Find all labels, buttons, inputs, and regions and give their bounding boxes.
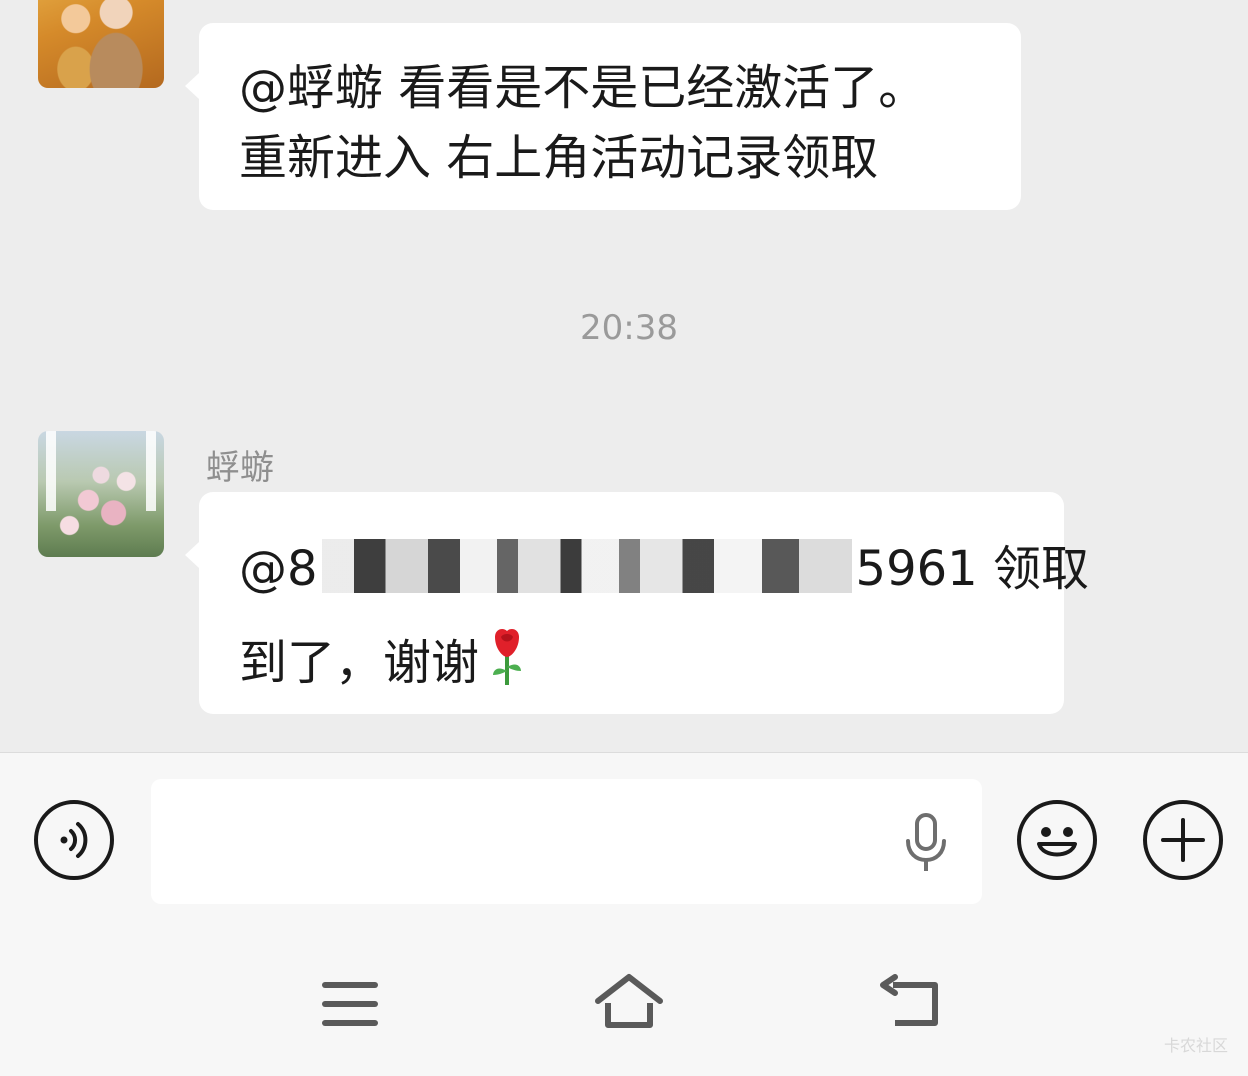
message-text-line: 到了，谢谢 (239, 616, 1034, 710)
smiley-icon (1037, 827, 1077, 857)
rose-emoji (487, 624, 527, 685)
back-icon[interactable] (875, 973, 945, 1033)
message-text-line: @蜉蝣 看看是不是已经激活了。 (239, 60, 927, 116)
sender-name: 蜉蝣 (206, 448, 274, 488)
message-input-box[interactable] (151, 779, 982, 904)
watermark: 卡农社区 (1163, 1036, 1228, 1055)
timestamp: 20:38 (580, 308, 678, 348)
message-text-line: 重新进入 右上角活动记录领取 (239, 130, 879, 186)
voice-input-button[interactable] (34, 800, 114, 880)
pixelated-redaction (321, 539, 852, 593)
avatar[interactable] (38, 0, 164, 88)
emoji-button[interactable] (1017, 800, 1097, 880)
mention-prefix: @8 (239, 541, 318, 597)
message-bubble[interactable]: @蜉蝣 看看是不是已经激活了。 重新进入 右上角活动记录领取 (185, 23, 1021, 210)
message-bubble[interactable]: @8 5961 领取 到了，谢谢 (185, 492, 1089, 714)
avatar[interactable] (38, 431, 164, 557)
message-text: 到了，谢谢 (239, 635, 480, 691)
message-text-line: @8 5961 领取 (239, 522, 1089, 616)
voice-icon (60, 822, 88, 858)
home-icon[interactable] (594, 973, 664, 1033)
microphone-icon[interactable] (903, 813, 949, 873)
chat-area[interactable]: @蜉蝣 看看是不是已经激活了。 重新进入 右上角活动记录领取 20:38 蜉蝣 … (0, 0, 1248, 752)
more-button[interactable] (1143, 800, 1223, 880)
mention-suffix: 5961 领取 (855, 541, 1089, 597)
message-input[interactable] (171, 809, 875, 871)
plus-icon (1161, 818, 1205, 862)
menu-icon[interactable] (315, 973, 385, 1033)
